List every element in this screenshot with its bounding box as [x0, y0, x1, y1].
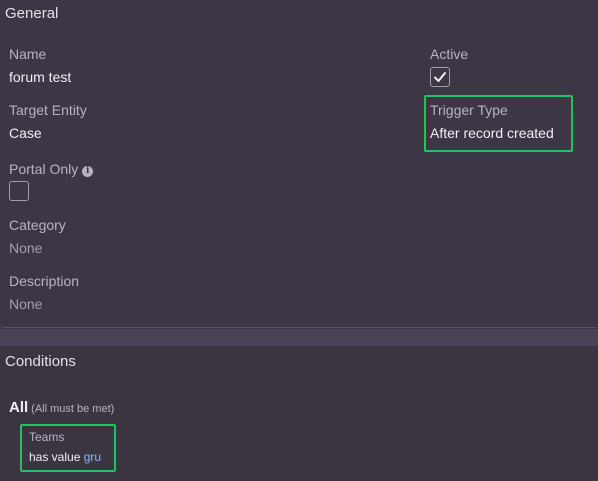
trigger-type-value: After record created	[430, 125, 554, 141]
portal-only-checkbox[interactable]	[9, 181, 29, 201]
trigger-type-label: Trigger Type	[430, 102, 508, 118]
category-value: None	[9, 240, 43, 256]
description-label: Description	[9, 273, 80, 289]
active-checkbox[interactable]	[430, 67, 450, 87]
workflow-detail-page: General Name forum test Active Target En…	[0, 0, 598, 481]
general-panel: General Name forum test Active Target En…	[0, 0, 598, 328]
active-label: Active	[430, 46, 469, 62]
condition-field: Teams	[29, 430, 65, 444]
target-entity-label: Target Entity	[9, 102, 87, 118]
condition-value-link[interactable]: gru	[84, 450, 101, 464]
category-label: Category	[9, 217, 66, 233]
portal-only-label: Portal Only i	[9, 161, 94, 177]
condition-expression: has value gru	[29, 450, 101, 464]
panel-divider	[0, 329, 598, 346]
conditions-group-note: (All must be met)	[31, 403, 115, 415]
conditions-heading: Conditions	[5, 353, 76, 370]
info-icon[interactable]: i	[82, 166, 94, 177]
condition-operator: has value	[29, 450, 81, 464]
name-label: Name	[9, 46, 47, 62]
name-value: forum test	[9, 69, 72, 85]
general-heading: General	[5, 5, 59, 22]
conditions-group-label: All	[9, 399, 29, 416]
conditions-group: All (All must be met)	[9, 399, 114, 416]
checkmark-icon	[434, 72, 446, 82]
target-entity-value: Case	[9, 125, 42, 141]
description-value: None	[9, 296, 43, 312]
portal-only-label-text: Portal Only	[9, 161, 79, 177]
